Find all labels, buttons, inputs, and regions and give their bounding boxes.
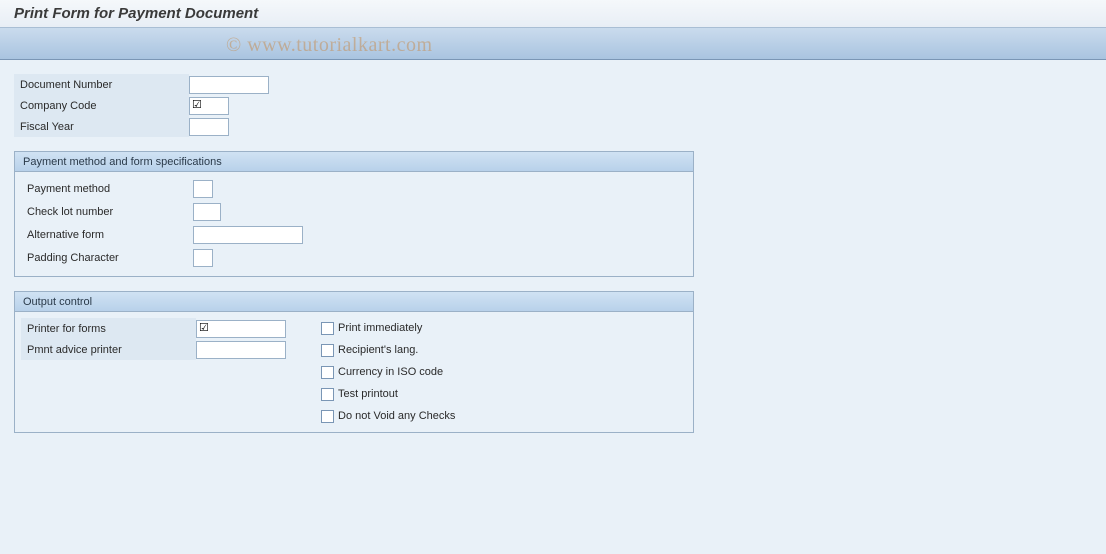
cb-row-no-void: Do not Void any Checks xyxy=(321,406,687,426)
row-padding-char: Padding Character xyxy=(21,247,687,268)
checkbox-no-void[interactable] xyxy=(321,410,334,423)
cb-label: Test printout xyxy=(338,388,398,400)
content-area: Document Number Company Code ☑ Fiscal Ye… xyxy=(0,60,1106,447)
group-output-control: Output control Printer for forms ☑ Pmnt … xyxy=(14,291,694,433)
cb-label: Do not Void any Checks xyxy=(338,410,455,422)
title-bar: Print Form for Payment Document xyxy=(0,0,1106,28)
label-document-number: Document Number xyxy=(14,74,189,95)
checkbox-currency-iso[interactable] xyxy=(321,366,334,379)
row-payment-method: Payment method xyxy=(21,178,687,199)
row-advice-printer: Pmnt advice printer xyxy=(21,339,321,360)
document-number-field[interactable] xyxy=(189,76,269,94)
cb-row-print-immediately: Print immediately xyxy=(321,318,687,338)
row-alternative-form: Alternative form xyxy=(21,224,687,245)
label-printer-forms: Printer for forms xyxy=(21,318,196,339)
label-fiscal-year: Fiscal Year xyxy=(14,116,189,137)
padding-char-field[interactable] xyxy=(193,249,213,267)
checkbox-test-printout[interactable] xyxy=(321,388,334,401)
label-advice-printer: Pmnt advice printer xyxy=(21,339,196,360)
label-company-code: Company Code xyxy=(14,95,189,116)
payment-method-field[interactable] xyxy=(193,180,213,198)
toolbar xyxy=(0,28,1106,60)
group-payment-method: Payment method and form specifications P… xyxy=(14,151,694,277)
cb-row-test-printout: Test printout xyxy=(321,384,687,404)
cb-row-currency-iso: Currency in ISO code xyxy=(321,362,687,382)
row-document-number: Document Number xyxy=(14,74,1092,95)
label-payment-method: Payment method xyxy=(21,178,193,199)
checkbox-recipient-lang[interactable] xyxy=(321,344,334,357)
label-check-lot: Check lot number xyxy=(21,201,193,222)
company-code-field[interactable] xyxy=(189,97,229,115)
row-printer-forms: Printer for forms ☑ xyxy=(21,318,321,339)
fiscal-year-field[interactable] xyxy=(189,118,229,136)
checkbox-print-immediately[interactable] xyxy=(321,322,334,335)
group-title-payment: Payment method and form specifications xyxy=(15,152,693,172)
row-company-code: Company Code ☑ xyxy=(14,95,1092,116)
label-padding-char: Padding Character xyxy=(21,247,193,268)
cb-label: Print immediately xyxy=(338,322,422,334)
cb-label: Recipient's lang. xyxy=(338,344,418,356)
alternative-form-field[interactable] xyxy=(193,226,303,244)
check-lot-field[interactable] xyxy=(193,203,221,221)
row-check-lot: Check lot number xyxy=(21,201,687,222)
printer-forms-field[interactable] xyxy=(196,320,286,338)
cb-row-recipients-lang: Recipient's lang. xyxy=(321,340,687,360)
page-title: Print Form for Payment Document xyxy=(14,5,258,22)
advice-printer-field[interactable] xyxy=(196,341,286,359)
cb-label: Currency in ISO code xyxy=(338,366,443,378)
row-fiscal-year: Fiscal Year xyxy=(14,116,1092,137)
label-alternative-form: Alternative form xyxy=(21,224,193,245)
group-title-output: Output control xyxy=(15,292,693,312)
output-checkboxes: Print immediately Recipient's lang. Curr… xyxy=(321,318,687,426)
